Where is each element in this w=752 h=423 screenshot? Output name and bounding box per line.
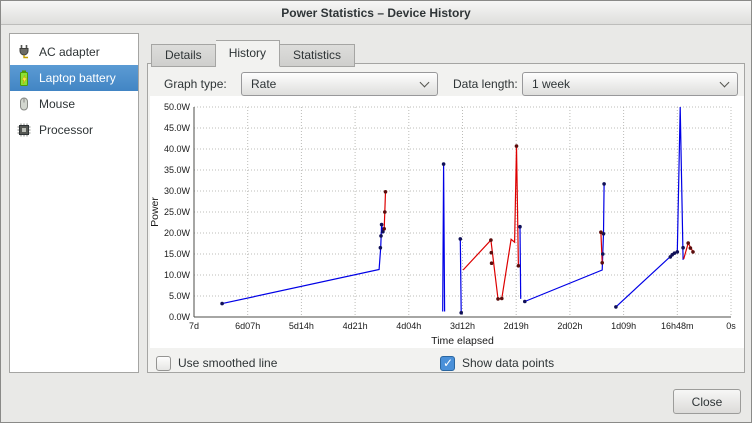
- svg-text:7d: 7d: [189, 321, 199, 331]
- device-item-processor[interactable]: Processor: [10, 117, 138, 143]
- svg-text:20.0W: 20.0W: [164, 228, 191, 238]
- svg-text:2d19h: 2d19h: [504, 321, 529, 331]
- battery-icon: [16, 69, 32, 87]
- svg-text:Power: Power: [150, 197, 161, 227]
- device-item-ac-adapter[interactable]: AC adapter: [10, 39, 138, 65]
- window-title: Power Statistics – Device History: [281, 6, 470, 20]
- tab-statistics[interactable]: Statistics: [280, 44, 355, 67]
- graph-type-combobox[interactable]: Rate: [241, 72, 438, 96]
- checkbox-box[interactable]: [440, 356, 455, 371]
- device-item-label: Processor: [39, 123, 93, 137]
- svg-text:40.0W: 40.0W: [164, 144, 191, 154]
- svg-text:4d04h: 4d04h: [396, 321, 421, 331]
- show-data-points-label: Show data points: [462, 356, 554, 370]
- device-list: AC adapter Laptop battery Mouse: [9, 33, 139, 373]
- smoothed-line-checkbox[interactable]: Use smoothed line: [156, 355, 277, 371]
- svg-text:16h48m: 16h48m: [661, 321, 694, 331]
- svg-text:10.0W: 10.0W: [164, 270, 191, 280]
- svg-text:1d09h: 1d09h: [611, 321, 636, 331]
- svg-text:35.0W: 35.0W: [164, 165, 191, 175]
- titlebar: Power Statistics – Device History: [1, 1, 751, 25]
- device-item-label: Mouse: [39, 97, 75, 111]
- history-page: Graph type: Rate Data length: 1 week 7d 6…: [147, 63, 745, 373]
- svg-text:5.0W: 5.0W: [169, 291, 191, 301]
- svg-text:6d07h: 6d07h: [235, 321, 260, 331]
- power-statistics-window: Power Statistics – Device History AC ada…: [0, 0, 752, 423]
- tab-history[interactable]: History: [216, 40, 280, 67]
- smoothed-line-label: Use smoothed line: [178, 356, 277, 370]
- history-chart: 7d 6d07h 5d14h 4d21h 4d04h 3d12h 2d19h 2d02h 1d0…: [150, 96, 744, 348]
- graph-type-label: Graph type:: [164, 77, 227, 91]
- mouse-icon: [16, 96, 32, 112]
- chevron-down-icon: [420, 77, 430, 87]
- show-data-points-checkbox[interactable]: Show data points: [440, 355, 554, 371]
- svg-text:50.0W: 50.0W: [164, 102, 191, 112]
- svg-text:15.0W: 15.0W: [164, 249, 191, 259]
- data-length-label: Data length:: [453, 77, 518, 91]
- svg-text:30.0W: 30.0W: [164, 186, 191, 196]
- device-item-label: AC adapter: [39, 45, 100, 59]
- svg-text:25.0W: 25.0W: [164, 207, 191, 217]
- svg-text:3d12h: 3d12h: [450, 321, 475, 331]
- svg-text:2d02h: 2d02h: [557, 321, 582, 331]
- device-item-mouse[interactable]: Mouse: [10, 91, 138, 117]
- svg-text:0s: 0s: [726, 321, 736, 331]
- close-button[interactable]: Close: [673, 389, 741, 414]
- data-length-combobox[interactable]: 1 week: [522, 72, 738, 96]
- svg-text:5d14h: 5d14h: [289, 321, 314, 331]
- chevron-down-icon: [720, 77, 730, 87]
- svg-text:Time elapsed: Time elapsed: [431, 335, 494, 347]
- data-length-value: 1 week: [532, 77, 570, 91]
- device-item-label: Laptop battery: [39, 71, 116, 85]
- processor-icon: [16, 122, 32, 138]
- device-item-laptop-battery[interactable]: Laptop battery: [10, 65, 138, 91]
- svg-text:4d21h: 4d21h: [343, 321, 368, 331]
- graph-type-value: Rate: [251, 77, 276, 91]
- ac-adapter-icon: [16, 44, 32, 60]
- svg-text:0.0W: 0.0W: [169, 312, 191, 322]
- tab-bar: Details History Statistics: [151, 40, 355, 67]
- checkbox-box[interactable]: [156, 356, 171, 371]
- tab-details[interactable]: Details: [151, 44, 216, 67]
- svg-text:45.0W: 45.0W: [164, 123, 191, 133]
